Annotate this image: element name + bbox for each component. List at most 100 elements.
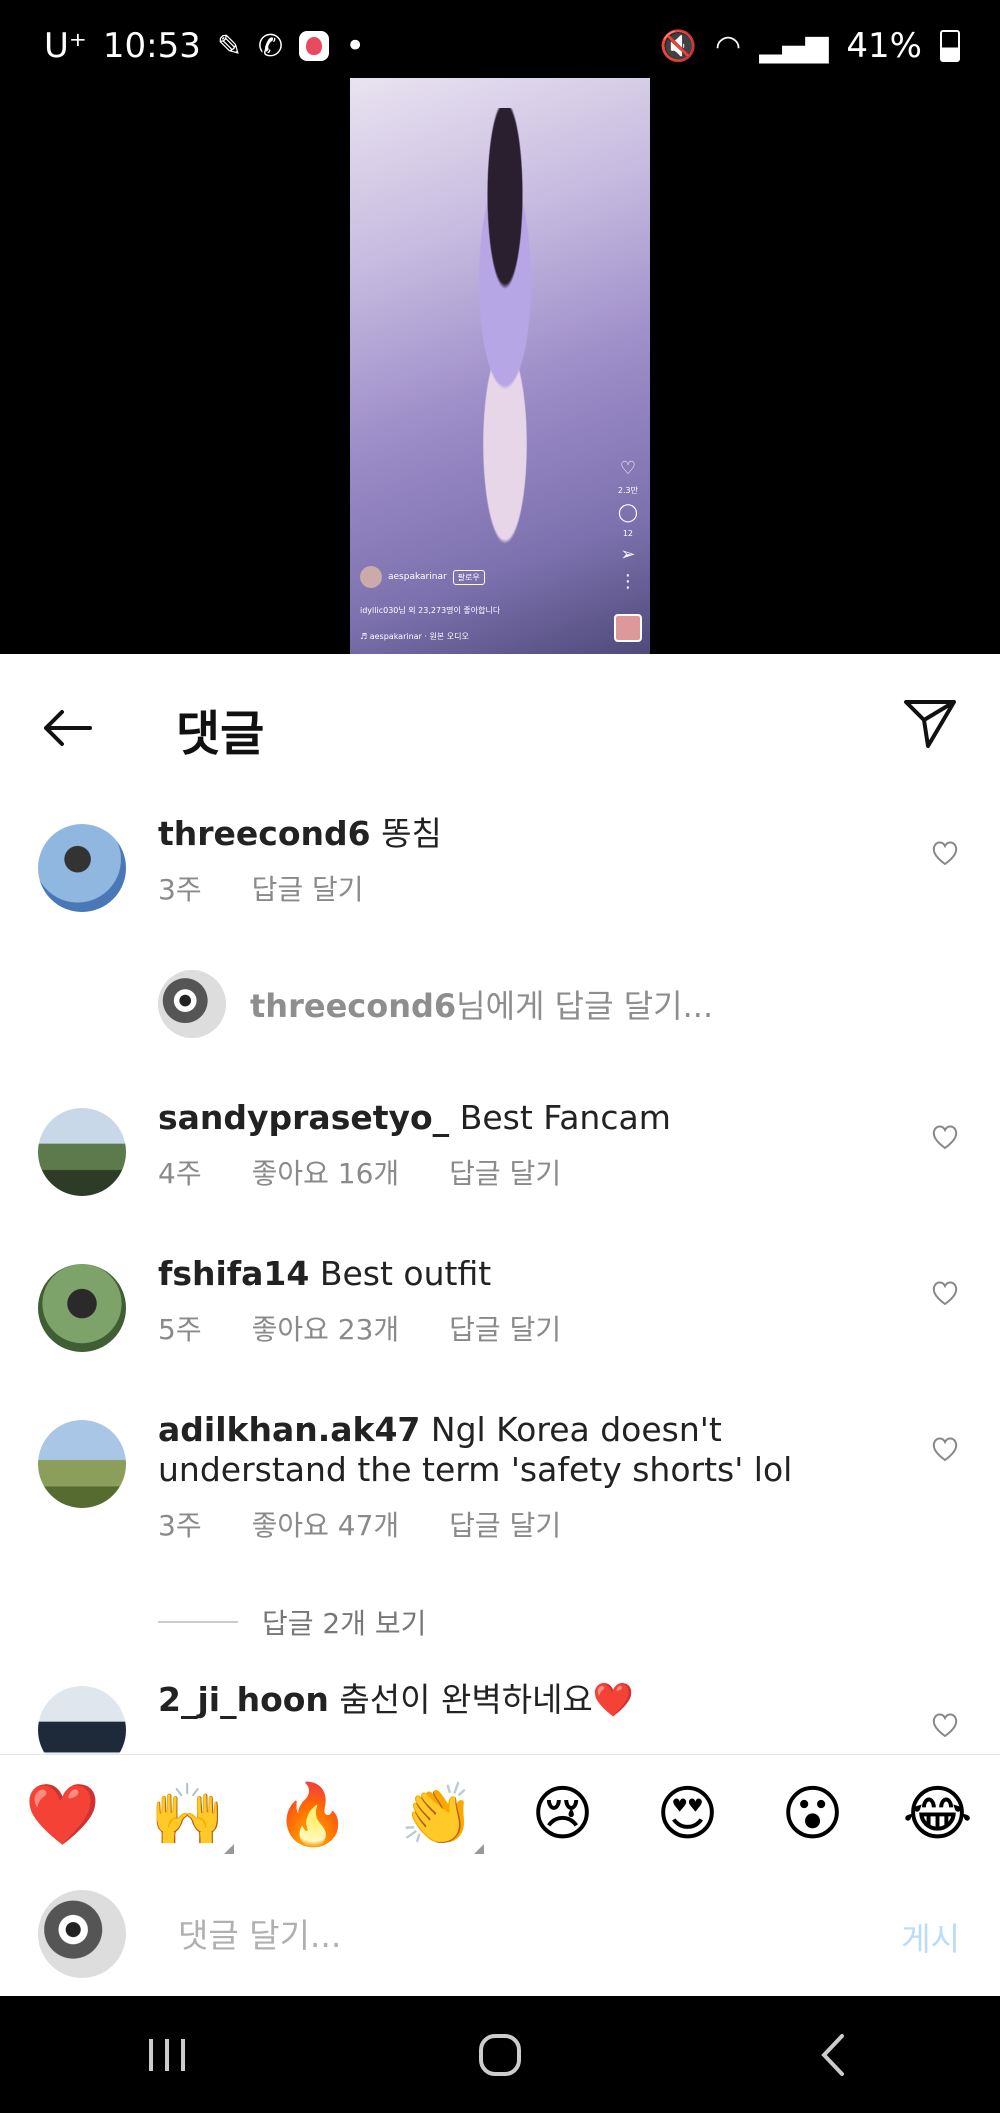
follow-button[interactable]: 팔로우: [452, 569, 485, 585]
comment-item: 2_ji_hoon 춤선이 완벽하네요❤️: [0, 1666, 1000, 1754]
comment-age: 5주: [158, 1313, 202, 1346]
comment-meta: 5주 좋아요 23개 답글 달기: [158, 1308, 561, 1348]
recent-apps-button[interactable]: [127, 2015, 207, 2095]
share-send-icon[interactable]: [900, 692, 960, 752]
view-replies-button[interactable]: 답글 2개 보기: [158, 1602, 426, 1642]
emoji-clap: 👏: [400, 1779, 475, 1850]
video-audio-text[interactable]: ♬ aespakarinar · 원본 오디오: [360, 631, 469, 642]
video-actions: ♡ 2.3만 ◯ 12 ➢ ⋮: [618, 458, 638, 592]
comment-text: Best Fancam: [459, 1098, 671, 1137]
comment-username[interactable]: fshifa14: [158, 1254, 309, 1293]
comment-likes[interactable]: 좋아요 23개: [252, 1308, 400, 1348]
comment-body: sandyprasetyo_ Best Fancam: [158, 1098, 858, 1138]
video-frame: [430, 108, 580, 588]
wifi-icon: ◠: [715, 28, 742, 64]
reply-target-user: threecond6: [250, 987, 457, 1025]
comment-username[interactable]: 2_ji_hoon: [158, 1680, 329, 1719]
video-more-icon[interactable]: ⋮: [619, 571, 637, 592]
emoji-crying[interactable]: 😢: [523, 1779, 603, 1849]
like-heart-icon[interactable]: [930, 838, 960, 868]
emoji-heart-eyes[interactable]: 😍: [648, 1779, 728, 1849]
comment-body: adilkhan.ak47 Ngl Korea doesn't understa…: [158, 1410, 858, 1490]
more-notifications-dot: •: [345, 26, 366, 66]
video-share-icon[interactable]: ➢: [620, 544, 635, 565]
reply-link[interactable]: 답글 달기: [449, 1504, 561, 1544]
commenter-avatar[interactable]: [38, 1686, 126, 1754]
emoji-laughing[interactable]: 😂: [898, 1779, 978, 1849]
like-heart-icon[interactable]: [930, 1710, 960, 1740]
emoji-clap-wrap[interactable]: 👏: [398, 1779, 484, 1854]
comment-input-bar: 게시: [0, 1872, 1000, 1996]
mute-icon: 🔇: [659, 28, 698, 64]
video-user: aespakarinar 팔로우: [360, 566, 485, 588]
like-heart-icon[interactable]: [930, 1434, 960, 1464]
emoji-fire[interactable]: 🔥: [273, 1779, 353, 1850]
video-comment-icon[interactable]: ◯: [618, 502, 638, 523]
audio-thumbnail[interactable]: [614, 614, 642, 642]
reply-prompt-text: threecond6님에게 답글 달기...: [250, 981, 713, 1027]
comment-text: Best outfit: [319, 1254, 492, 1293]
carrier-label: U⁺: [44, 26, 87, 66]
comment-body: fshifa14 Best outfit: [158, 1254, 858, 1294]
comment-age: 3주: [158, 1509, 202, 1542]
video-likes-text[interactable]: idyllic030님 외 23,273명이 좋아합니다: [360, 605, 500, 616]
video-like-count: 2.3만: [617, 486, 638, 495]
video-user-avatar[interactable]: [360, 566, 382, 588]
like-heart-icon[interactable]: [930, 1122, 960, 1152]
comment-username[interactable]: adilkhan.ak47: [158, 1410, 420, 1449]
comment-body: 2_ji_hoon 춤선이 완벽하네요❤️: [158, 1680, 858, 1720]
system-nav-bar: [0, 1996, 1000, 2113]
commenter-avatar[interactable]: [38, 824, 126, 912]
skin-tone-indicator-icon: [473, 1843, 484, 1854]
comment-text: 춤선이 완벽하네요❤️: [339, 1680, 634, 1719]
back-arrow-icon[interactable]: [38, 698, 98, 758]
reply-link[interactable]: 답글 달기: [252, 868, 364, 908]
battery-percent: 41%: [846, 26, 922, 66]
battery-icon: [940, 30, 960, 62]
comments-header: 댓글: [0, 654, 1000, 794]
like-heart-icon[interactable]: [930, 1278, 960, 1308]
comment-meta: 3주 좋아요 47개 답글 달기: [158, 1504, 561, 1544]
comment-age: 3주: [158, 873, 202, 906]
video-comment-count: 12: [622, 529, 634, 538]
comment-text: 똥침: [381, 814, 442, 853]
inline-reply-prompt[interactable]: threecond6님에게 답글 달기...: [158, 970, 713, 1038]
post-button[interactable]: 게시: [901, 1914, 960, 1960]
comment-age: 4주: [158, 1157, 202, 1190]
view-replies-divider: [158, 1621, 238, 1623]
comment-item: threecond6 똥침 3주 답글 달기: [0, 794, 1000, 944]
video-area: ♡ 2.3만 ◯ 12 ➢ ⋮ aespakarinar 팔로우 idyllic…: [0, 78, 1000, 654]
comment-likes[interactable]: 좋아요 16개: [252, 1152, 400, 1192]
comment-item: adilkhan.ak47 Ngl Korea doesn't understa…: [0, 1390, 1000, 1590]
home-button[interactable]: [460, 2015, 540, 2095]
my-avatar: [38, 1890, 126, 1978]
commenter-avatar[interactable]: [38, 1264, 126, 1352]
comment-username[interactable]: sandyprasetyo_: [158, 1098, 449, 1137]
commenter-avatar[interactable]: [38, 1108, 126, 1196]
reply-link[interactable]: 답글 달기: [449, 1308, 561, 1348]
skin-tone-indicator-icon: [223, 1843, 234, 1854]
signal-icon: ▂▄▆: [759, 28, 829, 64]
page-title: 댓글: [176, 706, 265, 762]
emoji-raised-hands: 🙌: [150, 1779, 225, 1850]
chevron-left-icon: [821, 2033, 845, 2076]
home-icon: [478, 2033, 521, 2076]
emoji-raised-hands-wrap[interactable]: 🙌: [148, 1779, 234, 1854]
commenter-avatar[interactable]: [38, 1420, 126, 1508]
comment-input[interactable]: [176, 1908, 820, 1962]
reply-prompt-suffix: 님에게 답글 달기...: [456, 987, 714, 1025]
comment-item: sandyprasetyo_ Best Fancam 4주 좋아요 16개 답글…: [0, 1078, 1000, 1228]
emoji-surprised[interactable]: 😮: [773, 1779, 853, 1849]
comment-likes[interactable]: 좋아요 47개: [252, 1504, 400, 1544]
call-icon: ✆: [257, 28, 284, 64]
system-back-button[interactable]: [793, 2015, 873, 2095]
video-username[interactable]: aespakarinar: [388, 572, 447, 582]
video-like-icon[interactable]: ♡: [620, 458, 636, 479]
comment-username[interactable]: threecond6: [158, 814, 371, 853]
pill-icon: ✎: [216, 28, 242, 64]
emoji-heart[interactable]: ❤️: [23, 1779, 103, 1850]
recent-apps-icon: [148, 2038, 185, 2071]
reel-video[interactable]: ♡ 2.3만 ◯ 12 ➢ ⋮ aespakarinar 팔로우 idyllic…: [350, 78, 650, 654]
reply-link[interactable]: 답글 달기: [449, 1152, 561, 1192]
clock: 10:53: [102, 26, 201, 66]
